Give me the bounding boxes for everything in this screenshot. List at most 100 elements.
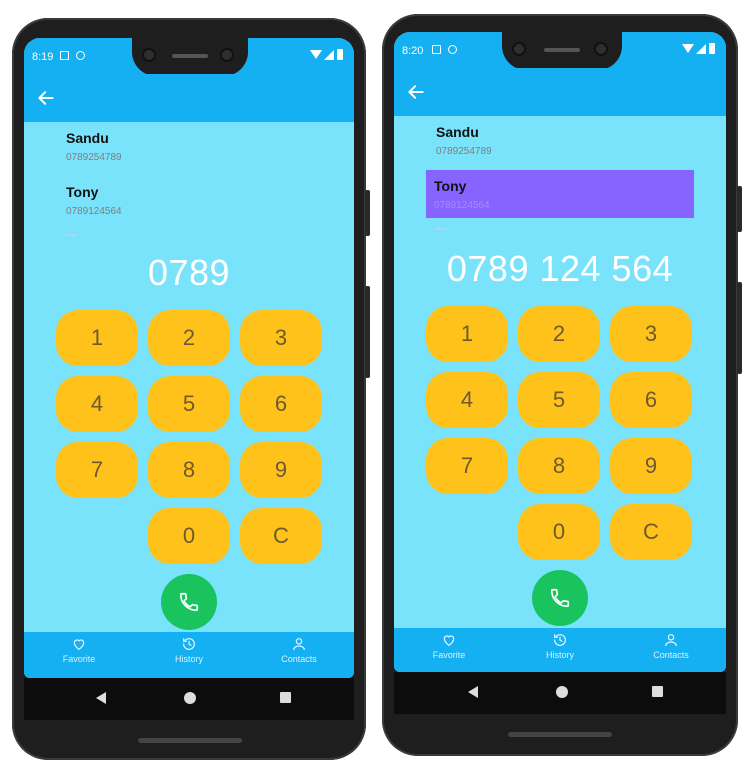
app-bar	[24, 74, 354, 122]
power-button	[737, 186, 742, 232]
back-button[interactable]	[36, 88, 56, 108]
system-navigation-bar	[394, 672, 726, 714]
nav-contacts-label: Contacts	[653, 650, 689, 660]
notification-icon	[432, 45, 441, 54]
contact-item[interactable]: Sandu 0789254789	[58, 122, 320, 170]
bottom-navigation: Favorite History Contacts	[24, 632, 354, 678]
front-camera	[594, 42, 608, 56]
home-nav-icon[interactable]	[556, 686, 568, 698]
contact-number: 0789254789	[66, 152, 122, 163]
key-5[interactable]: 5	[148, 376, 230, 432]
back-nav-icon[interactable]	[468, 686, 478, 698]
nav-history[interactable]: History	[144, 636, 234, 664]
nav-history-label: History	[545, 650, 574, 660]
next-contact-peek	[436, 228, 446, 234]
key-clear[interactable]: C	[610, 504, 692, 560]
key-7[interactable]: 7	[56, 442, 138, 498]
front-camera	[220, 48, 234, 62]
phone-icon	[550, 588, 570, 608]
contact-number: 0789124564	[434, 200, 490, 211]
phone-left: 8:19 Sandu 0789254789 Tony 0789124564 07…	[12, 18, 370, 760]
home-nav-icon[interactable]	[184, 692, 196, 704]
dialed-number: 0789 124 564	[446, 248, 674, 289]
key-5[interactable]: 5	[518, 372, 600, 428]
phone-icon	[179, 592, 199, 612]
key-8[interactable]: 8	[518, 438, 600, 494]
history-icon	[554, 634, 566, 646]
history-icon	[183, 638, 195, 650]
contact-list[interactable]: Sandu 0789254789 Tony 0789124564	[394, 116, 726, 236]
status-indicators	[682, 43, 720, 55]
battery-icon	[709, 43, 715, 54]
camera-notch	[132, 38, 248, 76]
key-0[interactable]: 0	[148, 508, 230, 564]
key-8[interactable]: 8	[148, 442, 230, 498]
key-6[interactable]: 6	[610, 372, 692, 428]
back-button[interactable]	[406, 82, 426, 102]
key-3[interactable]: 3	[610, 306, 692, 362]
key-6[interactable]: 6	[240, 376, 322, 432]
recents-nav-icon[interactable]	[280, 692, 291, 703]
key-clear[interactable]: C	[240, 508, 322, 564]
nav-favorite-label: Favorite	[62, 654, 96, 664]
key-4[interactable]: 4	[426, 372, 508, 428]
nav-favorite-label: Favorite	[432, 650, 466, 660]
contact-item-selected[interactable]: Tony 0789124564	[426, 170, 694, 218]
contact-name: Tony	[434, 178, 467, 194]
key-0[interactable]: 0	[518, 504, 600, 560]
sync-icon	[448, 45, 457, 54]
system-navigation-bar	[24, 678, 354, 720]
contact-name: Tony	[66, 184, 99, 200]
nav-favorite[interactable]: Favorite	[404, 632, 494, 660]
contact-item[interactable]: Tony 0789124564	[58, 176, 320, 224]
contact-item[interactable]: Sandu 0789254789	[428, 116, 692, 164]
sync-icon	[76, 51, 85, 60]
volume-button	[737, 282, 742, 374]
key-1[interactable]: 1	[56, 310, 138, 366]
key-7[interactable]: 7	[426, 438, 508, 494]
key-2[interactable]: 2	[148, 310, 230, 366]
call-button[interactable]	[532, 570, 588, 626]
front-camera	[512, 42, 526, 56]
contact-number: 0789124564	[66, 206, 122, 217]
nav-contacts[interactable]: Contacts	[254, 636, 344, 664]
contact-name: Sandu	[66, 130, 109, 146]
wifi-icon	[682, 44, 694, 53]
notification-icon	[60, 51, 69, 60]
screen: 8:19 Sandu 0789254789 Tony 0789124564 07…	[24, 38, 354, 678]
status-time: 8:19	[32, 51, 54, 63]
call-button[interactable]	[161, 574, 217, 630]
nav-history[interactable]: History	[515, 632, 605, 660]
next-contact-peek	[66, 234, 76, 240]
key-9[interactable]: 9	[610, 438, 692, 494]
battery-icon	[337, 49, 343, 60]
status-time: 8:20	[402, 45, 424, 57]
power-button	[365, 190, 370, 236]
front-camera	[142, 48, 156, 62]
back-nav-icon[interactable]	[96, 692, 106, 704]
nav-history-label: History	[174, 654, 203, 664]
key-3[interactable]: 3	[240, 310, 322, 366]
bottom-navigation: Favorite History Contacts	[394, 628, 726, 672]
wifi-icon	[310, 50, 322, 59]
arrow-left-icon	[408, 85, 424, 99]
nav-favorite[interactable]: Favorite	[34, 636, 124, 664]
signal-icon	[324, 50, 334, 60]
key-9[interactable]: 9	[240, 442, 322, 498]
home-indicator	[138, 738, 242, 743]
volume-button	[365, 286, 370, 378]
recents-nav-icon[interactable]	[652, 686, 663, 697]
contact-name: Sandu	[436, 124, 479, 140]
home-indicator	[508, 732, 612, 737]
contact-list[interactable]: Sandu 0789254789 Tony 0789124564	[24, 122, 354, 242]
dialed-number: 0789	[147, 252, 231, 293]
phone-right: 8:20 Sandu 0789254789 Tony 0789124564 07…	[382, 14, 742, 756]
heart-icon	[443, 635, 455, 647]
key-1[interactable]: 1	[426, 306, 508, 362]
person-icon	[665, 634, 677, 647]
status-indicators	[310, 49, 348, 61]
key-4[interactable]: 4	[56, 376, 138, 432]
key-2[interactable]: 2	[518, 306, 600, 362]
nav-contacts[interactable]: Contacts	[626, 632, 716, 660]
earpiece	[544, 48, 580, 52]
